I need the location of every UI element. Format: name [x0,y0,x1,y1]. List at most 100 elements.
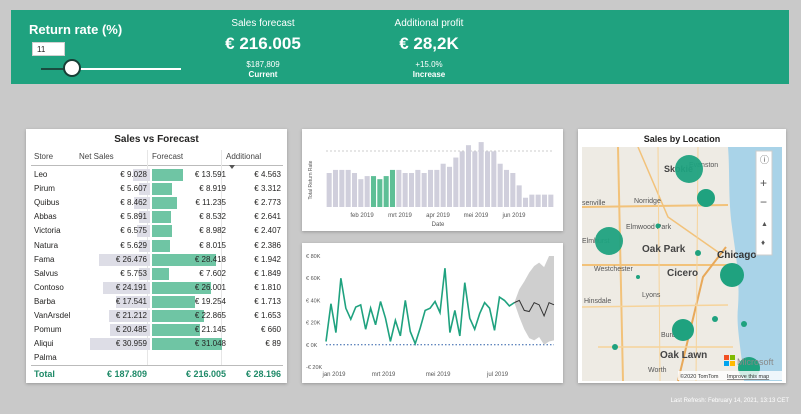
location-bubble[interactable] [612,344,618,350]
bar-chart-bar[interactable] [440,163,446,207]
column-header-store[interactable]: Store [34,152,53,161]
bar-chart-bar[interactable] [408,173,415,207]
bar-chart-ylabel: Total Return Rate [308,160,314,199]
table-total-row: Total € 187.809 € 216.005 € 28.196 [31,365,283,379]
table-row[interactable]: Contoso € 24.191 € 26.001 € 1.810 [31,281,283,295]
bar-chart-bar[interactable] [529,194,535,207]
location-bubble[interactable] [720,263,744,287]
bar-chart-bar[interactable] [383,176,389,207]
table-row[interactable]: Barba € 17.541 € 19.254 € 1.713 [31,295,283,309]
return-rate-slider-track[interactable] [41,68,181,70]
return-rate-slider-thumb[interactable] [62,59,81,77]
table-row[interactable]: Natura € 5.629 € 8.015 € 2.386 [31,239,283,253]
table-row[interactable]: Fama € 26.476 € 28.418 € 1.942 [31,253,283,267]
table-row[interactable]: Salvus € 5.753 € 7.602 € 1.849 [31,267,283,281]
table-row[interactable]: Abbas € 5.891 € 8.532 € 2.641 [31,210,283,224]
location-bubble[interactable] [741,321,747,327]
location-bubble[interactable] [675,155,703,183]
bar-chart-bar[interactable] [472,151,478,207]
bar-chart-bar[interactable] [453,157,459,207]
bar-chart-bar[interactable] [434,169,440,207]
bar-chart-bar[interactable] [351,173,358,207]
bar-chart-bar[interactable] [389,169,396,207]
table-row[interactable]: Pomum € 20.485 € 21.145 € 660 [31,323,283,337]
sales-line[interactable] [325,268,515,347]
table-row[interactable]: Victoria € 6.575 € 8.982 € 2.407 [31,224,283,238]
bar-chart-bar[interactable] [522,197,529,207]
table-row[interactable]: VanArsdel € 21.212 € 22.865 € 1.653 [31,309,283,323]
improve-map-link[interactable]: Improve this map [727,374,769,380]
location-bubble[interactable] [712,316,718,322]
bar-chart-bar[interactable] [535,194,541,207]
bar-chart-bar[interactable] [510,173,516,207]
bar-chart-bar[interactable] [377,179,383,207]
bar-chart-bar[interactable] [516,185,522,207]
sales-map[interactable]: Evanston Skokie Norridge senville Elmwoo… [578,147,786,383]
zoom-in-icon[interactable]: + [760,176,767,190]
bar-chart-bar[interactable] [503,169,510,207]
additional-value: € 2.407 [254,226,281,236]
table-row[interactable]: Quibus € 8.462 € 11.235 € 2.773 [31,196,283,210]
net-sales-value: € 30.959 [115,339,147,349]
bar-chart-bar[interactable] [459,151,465,207]
tilt-icon[interactable]: ▲ [761,221,768,228]
location-bubble[interactable] [695,250,701,256]
column-header-forecast[interactable]: Forecast [152,152,183,161]
bar-chart-bar[interactable] [415,169,421,207]
sales-forecast-line-chart[interactable]: € 80K € 60K € 40K € 20K € 0K -€ 20Kjan 2019 mr… [302,243,563,383]
bar-chart-bar[interactable] [548,194,554,207]
sales-forecast-value: € 216.005 [225,34,301,53]
table-row[interactable]: Leo € 9.028 € 13.591 € 4.563 [31,168,283,182]
net-sales-value: € 26.476 [115,254,147,264]
bar-chart-bar[interactable] [484,151,491,207]
table-row[interactable]: Palma [31,351,283,365]
location-bubble[interactable] [697,189,715,207]
line-chart-ytick: € 80K [306,254,321,260]
location-bubble[interactable] [595,227,623,255]
line-chart-ytick: € 60K [306,276,321,282]
bar-chart-bar[interactable] [339,169,345,207]
sales-by-location-card: Sales by Location Evanston Skokie Norrid… [578,129,786,383]
compass-icon[interactable]: ♦ [761,238,765,247]
bar-chart-bar[interactable] [364,176,370,207]
net-sales-value: € 6.575 [120,226,147,236]
bar-chart-tick-label: mrt 2019 [388,213,412,219]
forecast-value: € 31.048 [194,339,226,349]
return-rate-bar-chart[interactable]: Total Return Rate Date feb 2019 mrt 2019 a… [302,129,563,231]
table-row[interactable]: Aliqui € 30.959 € 31.048 € 89 [31,337,283,351]
additional-value: € 1.653 [254,311,281,320]
bar-chart-bar[interactable] [326,173,332,207]
bar-chart-bar[interactable] [446,166,453,207]
bar-chart-bar[interactable] [497,163,503,207]
bar-chart-bar[interactable] [332,169,339,207]
location-bubble[interactable] [655,223,661,229]
column-header-net-sales[interactable]: Net Sales [79,152,114,161]
additional-value: € 660 [260,325,281,335]
zoom-out-icon[interactable]: − [760,195,767,209]
bar-chart-bar[interactable] [427,169,434,207]
line-chart-ytick: € 20K [306,321,321,327]
map-label-chicago: Chicago [717,250,756,261]
bar-chart-bar[interactable] [396,169,402,207]
last-refresh: Last Refresh: February 14, 2021, 13:13 C… [670,398,789,404]
store-name: Fama [34,254,55,264]
additional-value: € 89 [265,339,281,349]
return-rate-input[interactable]: 11 [32,42,65,56]
table-row[interactable]: Pirum € 5.607 € 8.919 € 3.312 [31,182,283,196]
bar-chart-bar[interactable] [345,169,351,207]
bar-chart-bar[interactable] [421,173,427,207]
bar-chart-bar[interactable] [465,145,472,207]
forecast-bar [152,211,172,224]
column-header-additional[interactable]: Additional [226,152,261,161]
bar-chart-bar[interactable] [478,142,484,207]
store-name: Quibus [34,198,60,208]
location-bubble[interactable] [636,275,640,279]
bar-chart-bar[interactable] [541,194,548,207]
bar-chart-bar[interactable] [491,151,497,207]
bar-chart-bar[interactable] [402,173,408,207]
bar-chart-bar[interactable] [358,179,364,207]
bar-chart-bar[interactable] [370,176,377,207]
bar-chart-xlabel: Date [432,222,445,228]
location-bubble[interactable] [672,319,694,341]
map-info-icon[interactable]: ⓘ [760,155,769,165]
